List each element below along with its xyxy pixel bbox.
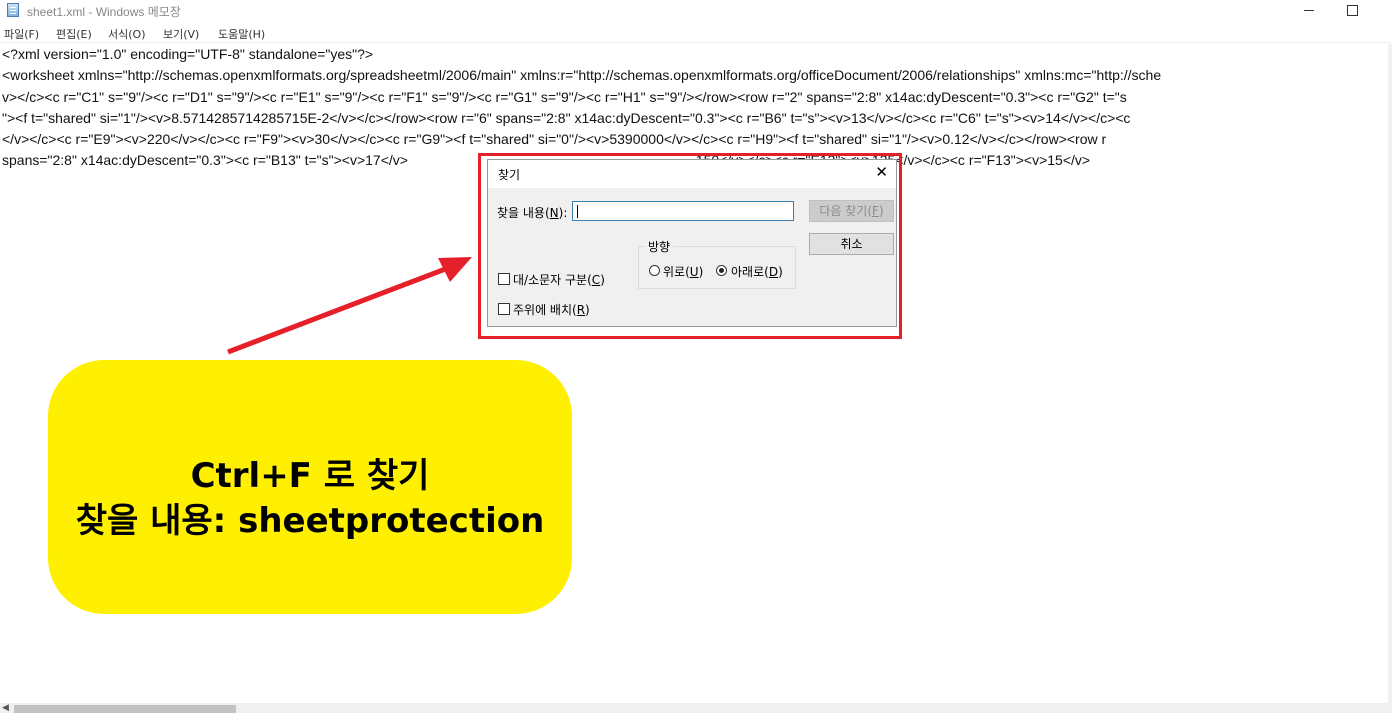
find-dialog: 찾기 ✕ 찾을 내용(N): 다음 찾기(F) 취소 방향 위로(U) 아래로(… [487,159,897,327]
find-what-input[interactable] [572,201,794,221]
text-line: "><f t="shared" si="1"/><v>8.57142857142… [2,110,1131,126]
text-line: <?xml version="1.0" encoding="UTF-8" sta… [2,46,374,62]
menu-edit[interactable]: 편집(E) [56,26,92,42]
minimize-button[interactable] [1286,0,1332,22]
scroll-left-icon[interactable]: ◀ [2,703,9,713]
text-line: <worksheet xmlns="http://schemas.openxml… [2,67,1162,83]
cancel-button[interactable]: 취소 [809,233,894,255]
callout-line-2: 찾을 내용: sheetprotection [75,501,545,541]
menu-bar: 파일(F) 편집(E) 서식(O) 보기(V) 도움말(H) [0,22,1392,42]
menu-divider [0,42,1392,43]
direction-down-label[interactable]: 아래로(D) [731,263,783,280]
wrap-around-checkbox[interactable] [498,303,510,315]
close-icon[interactable]: ✕ [875,163,888,181]
find-label: 찾을 내용(N): [497,206,568,220]
match-case-checkbox[interactable] [498,273,510,285]
horizontal-scrollbar[interactable]: ◀ [0,703,1392,713]
notepad-icon [7,3,19,17]
dialog-title: 찾기 [498,168,521,182]
direction-up-label[interactable]: 위로(U) [663,263,703,280]
vertical-scrollbar[interactable] [1388,44,1392,703]
title-bar: sheet1.xml - Windows 메모장 [0,0,1392,22]
text-caret [577,205,578,218]
callout-line-1: Ctrl+F 로 찾기 [190,456,430,496]
maximize-button[interactable] [1330,0,1376,22]
wrap-around-label[interactable]: 주위에 배치(R) [513,301,590,318]
text-line: </v></c><c r="E9"><v>220</v></c><c r="F9… [2,131,1107,147]
menu-file[interactable]: 파일(F) [4,26,39,42]
match-case-label[interactable]: 대/소문자 구분(C) [513,271,605,288]
menu-format[interactable]: 서식(O) [108,26,145,42]
window-title: sheet1.xml - Windows 메모장 [27,5,181,19]
scrollbar-thumb[interactable] [14,705,236,713]
text-line: v></c><c r="C1" s="9"/><c r="D1" s="9"/>… [2,89,1127,105]
menu-help[interactable]: 도움말(H) [218,26,265,42]
menu-view[interactable]: 보기(V) [163,26,199,42]
direction-label: 방향 [645,238,674,255]
dialog-title-bar: 찾기 ✕ [488,160,896,188]
direction-up-radio[interactable] [649,265,660,276]
find-next-button[interactable]: 다음 찾기(F) [809,200,894,222]
instruction-callout: Ctrl+F 로 찾기 찾을 내용: sheetprotection [48,360,572,614]
direction-down-radio[interactable] [716,265,727,276]
